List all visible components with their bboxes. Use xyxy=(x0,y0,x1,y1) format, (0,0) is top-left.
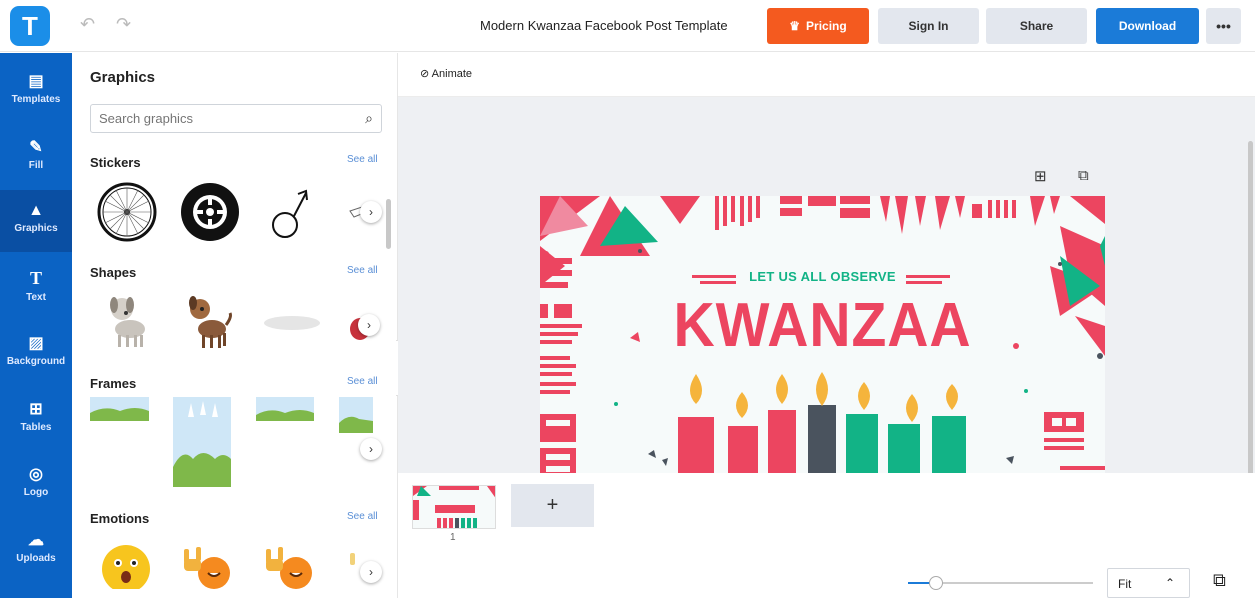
see-all-emotions[interactable]: See all xyxy=(347,511,378,522)
crown-icon: ♛ xyxy=(789,19,801,33)
top-bar: T ↶ ↷ Modern Kwanzaa Facebook Post Templ… xyxy=(0,0,1255,52)
left-navigation: ▤ Templates ✎ Fill ▲ Graphics T Text ▨ B… xyxy=(0,53,72,598)
nav-label: Logo xyxy=(23,487,49,498)
page-thumbnail-art xyxy=(413,486,495,528)
frame-landscape-3[interactable] xyxy=(339,397,373,433)
zoom-slider-handle[interactable] xyxy=(928,576,943,590)
panel-title: Graphics xyxy=(90,69,156,86)
nav-label: Background xyxy=(6,356,66,367)
animate-label: Animate xyxy=(431,68,473,80)
chevron-up-icon: ⌃ xyxy=(1164,576,1175,590)
sticker-male-symbol[interactable] xyxy=(270,187,310,243)
brush-icon: ✎ xyxy=(29,139,43,156)
page-number: 1 xyxy=(450,532,456,543)
zoom-slider[interactable] xyxy=(908,576,1093,590)
nav-label: Text xyxy=(26,292,46,303)
canvas-scrollbar[interactable] xyxy=(1248,141,1253,501)
app-logo[interactable]: T xyxy=(10,6,50,46)
nav-item-fill[interactable]: ✎ Fill xyxy=(0,125,72,187)
nav-label: Tables xyxy=(20,422,52,433)
add-page-button[interactable]: + xyxy=(511,484,594,527)
see-all-frames[interactable]: See all xyxy=(347,376,378,387)
emoji-rock-hand-2[interactable] xyxy=(262,543,316,589)
panel-scrollbar[interactable] xyxy=(386,199,391,249)
section-title-frames: Frames xyxy=(90,376,137,391)
shapes-icon: ▲ xyxy=(28,202,44,219)
nav-item-tables[interactable]: ⊞ Tables xyxy=(0,387,72,449)
frame-portrait[interactable] xyxy=(173,397,231,487)
frame-landscape-1[interactable] xyxy=(90,397,149,421)
background-icon: ▨ xyxy=(28,335,44,352)
zoom-value: Fit xyxy=(1118,577,1132,591)
shape-gray-dog[interactable] xyxy=(104,293,152,349)
templates-icon: ▤ xyxy=(28,73,44,90)
see-all-shapes[interactable]: See all xyxy=(347,265,378,276)
see-all-stickers[interactable]: See all xyxy=(347,154,378,165)
nav-label: Fill xyxy=(28,160,44,171)
text-icon: T xyxy=(29,268,42,288)
nav-label: Templates xyxy=(11,94,61,105)
canvas-area: ⊞ ⧉ LET US ALL OBSERVE KWANZAA xyxy=(398,97,1255,517)
page-view-icon[interactable]: ⧉ xyxy=(1213,570,1226,591)
page-strip: 1 + Fit ⌃ ⧉ xyxy=(398,473,1255,598)
frame-landscape-2[interactable] xyxy=(256,397,314,421)
animate-toolbar: ⊘ Animate xyxy=(398,53,1255,97)
search-input[interactable] xyxy=(91,105,341,132)
nav-item-background[interactable]: ▨ Background xyxy=(0,321,72,383)
nav-item-graphics[interactable]: ▲ Graphics xyxy=(0,190,72,252)
sign-in-button[interactable]: Sign In xyxy=(878,8,979,44)
animate-button[interactable]: ⊘ Animate xyxy=(420,67,472,80)
redo-icon[interactable]: ↷ xyxy=(116,14,131,35)
shape-cloud[interactable] xyxy=(262,315,322,331)
section-title-emotions: Emotions xyxy=(90,511,150,526)
emoji-rock-hand-1[interactable] xyxy=(180,543,234,589)
shape-brown-dog[interactable] xyxy=(184,293,234,351)
sticker-bicycle-wheel[interactable] xyxy=(96,181,158,243)
nav-item-logo[interactable]: ◎ Logo xyxy=(0,452,72,514)
duplicate-icon[interactable]: ⧉ xyxy=(1078,167,1089,184)
workspace: ⊘ Animate ⊞ ⧉ LET US ALL OBSERVE KWANZAA… xyxy=(398,53,1255,598)
table-icon: ⊞ xyxy=(29,401,43,418)
zoom-select[interactable]: Fit ⌃ xyxy=(1107,568,1190,598)
stickers-next-arrow[interactable]: › xyxy=(360,201,382,223)
logo-icon: ◎ xyxy=(29,466,43,483)
page-thumbnail-1[interactable] xyxy=(412,485,496,529)
design-subtitle[interactable]: LET US ALL OBSERVE xyxy=(540,269,1105,284)
sticker-car-wheel[interactable] xyxy=(179,181,241,243)
search-icon[interactable]: ⌕ xyxy=(365,110,373,127)
pricing-button[interactable]: ♛ Pricing xyxy=(767,8,869,44)
emotions-next-arrow[interactable]: › xyxy=(360,561,382,583)
add-page-icon[interactable]: ⊞ xyxy=(1034,167,1047,185)
nav-label: Graphics xyxy=(14,223,58,234)
search-box[interactable]: ⌕ xyxy=(90,104,382,133)
section-title-stickers: Stickers xyxy=(90,155,141,170)
document-title[interactable]: Modern Kwanzaa Facebook Post Template xyxy=(480,18,728,33)
frames-next-arrow[interactable]: › xyxy=(360,438,382,460)
nav-item-templates[interactable]: ▤ Templates xyxy=(0,59,72,121)
emoji-shocked[interactable] xyxy=(100,543,152,589)
design-canvas[interactable]: LET US ALL OBSERVE KWANZAA xyxy=(540,196,1105,495)
share-button[interactable]: Share xyxy=(986,8,1087,44)
design-headline[interactable]: KWANZAA xyxy=(563,290,1083,361)
nav-item-uploads[interactable]: ☁ Uploads xyxy=(0,518,72,580)
download-button[interactable]: Download xyxy=(1096,8,1199,44)
section-title-shapes: Shapes xyxy=(90,265,137,280)
graphics-panel: Graphics ⌕ Stickers See all › xyxy=(72,53,398,598)
nav-item-text[interactable]: T Text xyxy=(0,256,72,318)
upload-icon: ☁ xyxy=(28,532,44,549)
shapes-next-arrow[interactable]: › xyxy=(358,314,380,336)
pricing-label: Pricing xyxy=(806,19,847,33)
undo-icon[interactable]: ↶ xyxy=(80,14,95,35)
animate-icon: ⊘ xyxy=(420,68,430,80)
more-options-button[interactable]: ••• xyxy=(1206,8,1241,44)
nav-label: Uploads xyxy=(16,553,56,564)
